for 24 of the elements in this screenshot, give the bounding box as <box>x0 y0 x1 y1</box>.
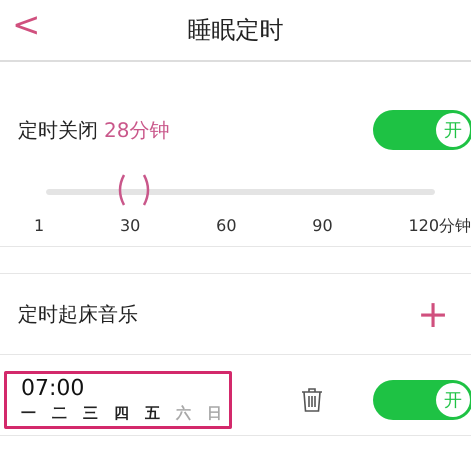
alarm-time: 07:00 <box>21 376 86 402</box>
add-button[interactable]: + <box>417 295 449 333</box>
weekday-label: 三 <box>83 404 98 423</box>
page-title: 睡眠定时 <box>188 15 284 46</box>
toggle-knob: 开 <box>436 113 470 147</box>
tick-label: 120分钟 <box>408 216 471 237</box>
toggle-switch[interactable]: 开 <box>373 110 471 150</box>
weekday-label: 六 <box>176 404 191 423</box>
timer-value: 28分钟 <box>104 118 170 142</box>
toggle-switch[interactable]: 开 <box>373 380 471 420</box>
trash-icon[interactable] <box>301 387 323 413</box>
weekday-label: 二 <box>52 404 67 423</box>
timer-label: 定时关闭 <box>18 118 98 142</box>
weekday-label: 一 <box>21 404 36 423</box>
weekday-label: 五 <box>145 404 160 423</box>
tick-label: 60 <box>216 216 236 237</box>
toggle-knob: 开 <box>436 383 470 417</box>
tick-label: 1 <box>34 216 44 237</box>
wake-music-label: 定时起床音乐 <box>18 300 138 328</box>
tick-label: 30 <box>120 216 140 237</box>
weekday-label: 四 <box>114 404 129 423</box>
tick-label: 90 <box>312 216 333 237</box>
back-button[interactable]: < <box>12 8 40 42</box>
weekday-label: 日 <box>207 404 222 423</box>
